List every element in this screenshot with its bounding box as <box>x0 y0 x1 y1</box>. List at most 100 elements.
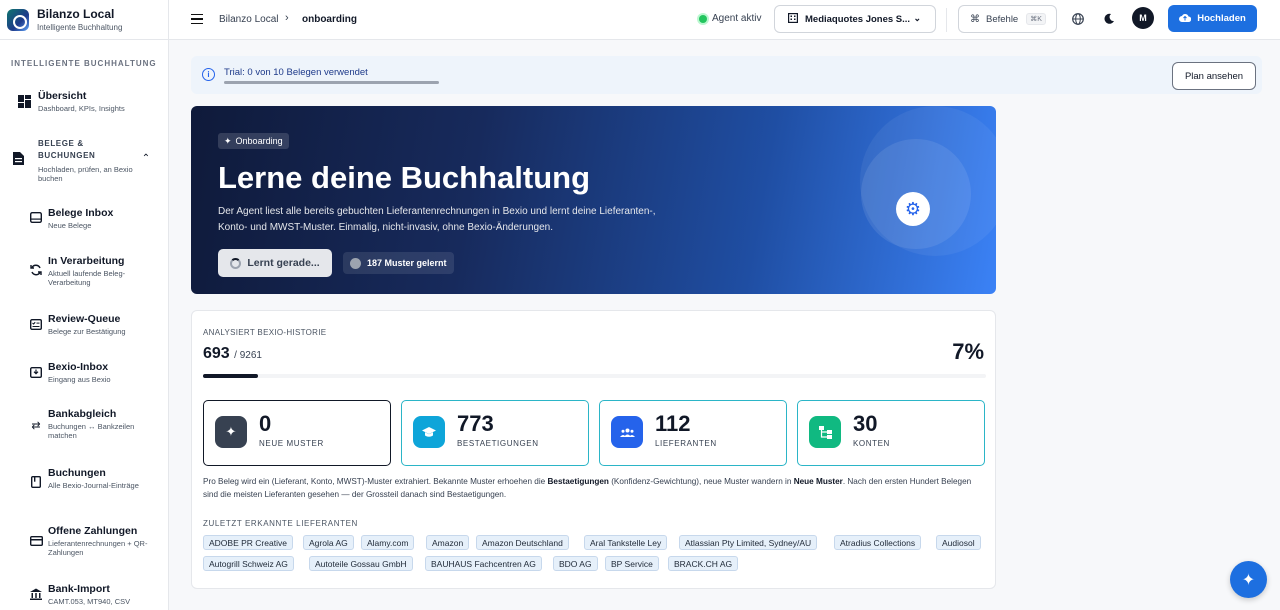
upload-button[interactable]: Hochladen <box>1168 5 1257 32</box>
supplier-chip[interactable]: ADOBE PR Creative <box>203 535 293 550</box>
command-palette-button[interactable]: ⌘ Befehle ⌘K <box>958 5 1057 33</box>
supplier-chip[interactable]: Alamy.com <box>361 535 415 550</box>
checklist-icon <box>29 317 43 331</box>
analysis-total: / 9261 <box>234 350 262 361</box>
recent-suppliers-label: ZULETZT ERKANNTE LIEFERANTEN <box>203 519 358 528</box>
divider <box>946 8 947 32</box>
sidebar-item-label: Review-Queue <box>48 313 121 325</box>
sidebar-group-belege-buchungen[interactable]: BELEGE & BUCHUNGEN Hochladen, prüfen, an… <box>0 136 168 184</box>
brand[interactable]: Bilanzo Local Intelligente Buchhaltung <box>0 0 168 40</box>
sidebar-item-sub: Belege zur Bestätigung <box>48 327 126 336</box>
sidebar-item-bexio-inbox[interactable]: Bexio-Inbox Eingang aus Bexio <box>0 360 168 390</box>
ai-assistant-button[interactable]: ✦ <box>1230 561 1267 598</box>
sidebar-group-title-line2: BUCHUNGEN <box>38 151 96 161</box>
stat-value: 0 <box>259 411 272 436</box>
supplier-chip[interactable]: Amazon Deutschland <box>476 535 569 550</box>
patterns-learned-badge: 187 Muster gelernt <box>343 252 454 274</box>
supplier-chip[interactable]: BDO AG <box>553 556 598 571</box>
analysis-done: 693 <box>203 345 230 362</box>
sidebar-item-sub: Dashboard, KPIs, Insights <box>38 104 125 113</box>
avatar[interactable]: M <box>1132 7 1154 29</box>
stat-value: 30 <box>853 411 878 436</box>
trial-progress-bar <box>224 81 439 84</box>
supplier-chip[interactable]: Atlassian Pty Limited, Sydney/AU <box>679 535 818 550</box>
globe-icon[interactable] <box>1070 11 1086 27</box>
sidebar-item-sub: Eingang aus Bexio <box>48 375 111 384</box>
compare-arrows-icon: ⇄ <box>31 419 41 432</box>
sidebar-item-offene-zahlungen[interactable]: Offene Zahlungen Lieferantenrechnungen +… <box>0 524 168 560</box>
moon-icon[interactable] <box>1101 11 1117 27</box>
sidebar-item-sub: Buchungen ↔ Bankzeilen matchen <box>48 422 135 441</box>
supplier-chip[interactable]: Agrola AG <box>303 535 354 550</box>
supplier-chip[interactable]: Atradius Collections <box>834 535 922 550</box>
view-plan-button[interactable]: Plan ansehen <box>1172 62 1256 90</box>
breadcrumb-root[interactable]: Bilanzo Local <box>219 14 278 25</box>
sidebar-item-sub: Aktuell laufende Beleg-Verarbeitung <box>48 269 126 288</box>
chevron-down-icon: ⌄ <box>913 13 921 23</box>
sidebar-item-belege-inbox[interactable]: Belege Inbox Neue Belege <box>0 205 168 235</box>
bank-icon <box>29 587 43 601</box>
onboarding-badge-label: Onboarding <box>235 136 283 146</box>
analysis-percent: 7% <box>952 339 984 364</box>
sidebar-item-in-verarbeitung[interactable]: In Verarbeitung Aktuell laufende Beleg-V… <box>0 254 168 290</box>
sidebar-item-label: Buchungen <box>48 467 106 479</box>
inbox-icon <box>29 210 43 224</box>
stat-suppliers: 112 LIEFERANTEN <box>599 400 787 466</box>
menu-icon[interactable] <box>191 14 203 24</box>
stat-confirmations: 773 BESTAETIGUNGEN <box>401 400 589 466</box>
sidebar-item-sub: CAMT.053, MT940, CSV <box>48 597 131 606</box>
onboarding-badge: ✦ Onboarding <box>218 133 289 149</box>
supplier-chip[interactable]: BP Service <box>605 556 659 571</box>
sync-icon <box>29 263 43 277</box>
brand-logo <box>7 8 29 31</box>
stat-label: BESTAETIGUNGEN <box>457 439 539 448</box>
supplier-chip[interactable]: Audiosol <box>936 535 981 550</box>
breadcrumb-current: onboarding <box>302 14 357 25</box>
command-icon: ⌘ <box>970 13 980 25</box>
sidebar-item-overview[interactable]: Übersicht Dashboard, KPIs, Insights <box>0 88 168 124</box>
trial-text: Trial: 0 von 10 Belegen verwendet <box>224 67 368 78</box>
download-box-icon <box>29 365 43 379</box>
explanation-text: Pro Beleg wird ein (Lieferant, Konto, MW… <box>203 477 548 486</box>
supplier-chip[interactable]: Aral Tankstelle Ley <box>584 535 668 550</box>
book-icon <box>29 475 43 489</box>
shortcut-hint: ⌘K <box>1026 13 1046 25</box>
sidebar-group-sub: Hochladen, prüfen, an Bexio buchen <box>38 164 133 184</box>
check-circle-icon <box>350 257 361 269</box>
supplier-chip[interactable]: BAUHAUS Fachcentren AG <box>425 556 542 571</box>
status-dot-icon <box>699 14 707 23</box>
supplier-chip[interactable]: Autoteile Gossau GmbH <box>309 556 413 571</box>
sidebar-item-review-queue[interactable]: Review-Queue Belege zur Bestätigung <box>0 312 168 342</box>
sidebar-item-label: Bank-Import <box>48 583 110 595</box>
chevron-up-icon[interactable]: ⌃ <box>139 151 153 165</box>
supplier-chip[interactable]: Amazon <box>426 535 470 550</box>
supplier-chip[interactable]: BRACK.CH AG <box>668 556 739 571</box>
sidebar-item-label: Offene Zahlungen <box>48 525 138 537</box>
sidebar-item-bankabgleich[interactable]: ⇄ Bankabgleich Buchungen ↔ Bankzeilen ma… <box>0 407 168 443</box>
brand-subtitle: Intelligente Buchhaltung <box>37 23 123 32</box>
sidebar-item-buchungen[interactable]: Buchungen Alle Bexio-Journal-Einträge <box>0 466 168 502</box>
hero-description: Der Agent liest alle bereits gebuchten L… <box>218 206 656 233</box>
stat-label: NEUE MUSTER <box>259 439 324 448</box>
agent-status: Agent aktiv <box>699 13 761 24</box>
analysis-progress-fill <box>203 374 258 378</box>
supplier-chip[interactable]: Autogrill Schweiz AG <box>203 556 294 571</box>
stat-value: 773 <box>457 411 494 436</box>
credit-card-icon <box>29 534 43 548</box>
analysis-card: ANALYSIERT BEXIO-HISTORIE 693 / 9261 7% … <box>191 310 996 589</box>
topbar: Bilanzo Local › onboarding Agent aktiv M… <box>169 0 1280 40</box>
stat-accounts: 30 KONTEN <box>797 400 985 466</box>
upload-label: Hochladen <box>1197 13 1246 24</box>
company-selector[interactable]: Mediaquotes Jones S... ⌄ <box>774 5 936 33</box>
analysis-explanation: Pro Beleg wird ein (Lieferant, Konto, MW… <box>203 475 988 501</box>
learning-button-label: Lernt gerade... <box>247 257 320 269</box>
spinner-icon <box>230 257 242 269</box>
breadcrumb-separator-icon: › <box>285 12 289 24</box>
patterns-learned-label: 187 Muster gelernt <box>367 258 447 268</box>
info-icon: i <box>202 68 215 81</box>
sidebar-item-sub: Neue Belege <box>48 221 92 230</box>
document-icon <box>11 151 25 165</box>
sidebar: Bilanzo Local Intelligente Buchhaltung I… <box>0 0 169 610</box>
sidebar-item-bank-import[interactable]: Bank-Import CAMT.053, MT940, CSV <box>0 582 168 610</box>
learning-button[interactable]: Lernt gerade... <box>218 249 332 277</box>
